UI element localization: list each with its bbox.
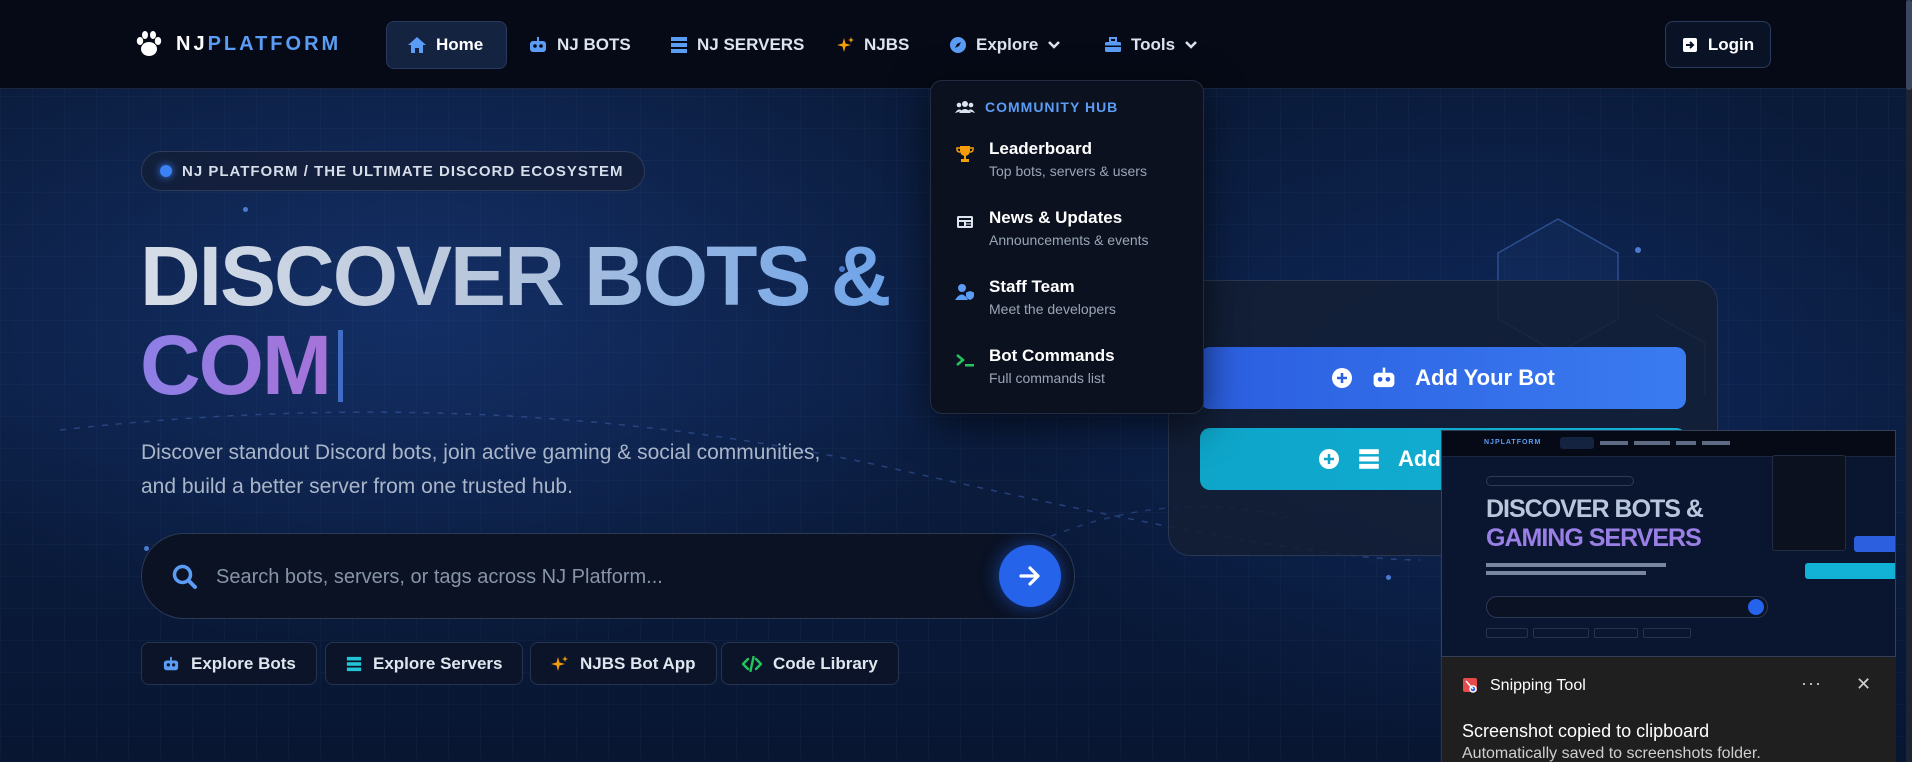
server-icon [671,37,687,53]
toast-message: Screenshot copied to clipboard [1462,721,1710,741]
logo[interactable]: NJPLATFORM [134,30,341,58]
thumb-headline-1: DISCOVER BOTS & [1486,495,1704,523]
chevron-down-icon [1048,41,1061,49]
menu-item-news[interactable]: News & Updates Announcements & events [955,208,1149,248]
typing-caret [337,330,343,402]
menu-item-staff-team[interactable]: Staff Team Meet the developers [955,277,1116,317]
thumb-bot-button [1854,536,1895,552]
toolbox-icon [1105,37,1121,52]
page-scrollbar[interactable] [1906,0,1912,762]
screenshot-thumbnail[interactable]: NJPLATFORM DISCOVER BOTS & GAMING SERVER… [1441,430,1896,657]
search-icon [172,564,197,589]
explore-dropdown-menu: COMMUNITY HUB Leaderboard Top bots, serve… [930,80,1204,414]
menu-item-leaderboard[interactable]: Leaderboard Top bots, servers & users [955,139,1147,179]
thumb-logo: NJPLATFORM [1484,439,1542,446]
logo-text: NJPLATFORM [176,32,342,55]
dropdown-heading: COMMUNITY HUB [955,99,1118,115]
hero-headline: DISCOVER BOTS & COM [140,229,891,410]
top-navbar: NJPLATFORM Home NJ BOTS NJ SERVERS NJBS … [0,0,1906,89]
chip-explore-bots[interactable]: Explore Bots [141,642,317,685]
robot-icon [1373,367,1395,388]
code-icon [742,655,762,672]
headline-line-2-wrap: COM [140,321,889,410]
status-dot [160,165,172,177]
nav-njbs[interactable]: NJBS [817,21,929,69]
login-button[interactable]: Login [1665,21,1771,68]
hero-subtitle: Discover standout Discord bots, join act… [141,441,821,498]
nav-nj-servers[interactable]: NJ SERVERS [650,21,824,69]
nav-nj-bots[interactable]: NJ BOTS [508,21,651,69]
thumb-subtitle-2 [1486,571,1646,575]
chevron-down-icon [1185,41,1197,49]
user-shield-icon [955,284,974,300]
scrollbar-thumb[interactable] [1906,0,1912,90]
users-icon [955,101,975,113]
thumb-dropdown [1772,455,1846,551]
thumb-chips [1486,628,1691,638]
thumb-headline-2: GAMING SERVERS [1486,524,1702,552]
paw-icon [136,31,162,56]
decor-dot [243,207,248,212]
nav-explore[interactable]: Explore [929,21,1081,69]
sparkle-icon [837,37,854,52]
thumb-search [1486,596,1768,618]
search-input[interactable]: Search bots, servers, or tags across NJ … [216,566,663,589]
trophy-icon [956,146,974,162]
add-bot-button[interactable]: Add Your Bot [1200,347,1686,409]
nav-tools[interactable]: Tools [1084,21,1218,69]
thumb-nav-links [1560,437,1750,449]
toast-close-button[interactable]: ✕ [1856,674,1871,695]
decor-dot [1386,575,1391,580]
snipping-tool-icon [1463,678,1477,693]
compass-icon [950,37,966,53]
arrow-right-icon [1019,566,1040,586]
toast-more-options[interactable]: ··· [1801,673,1822,694]
hero-badge: NJ PLATFORM / THE ULTIMATE DISCORD ECOSY… [141,151,645,191]
home-icon [408,37,426,53]
plus-circle-icon [1319,449,1339,469]
snipping-tool-notification[interactable]: Snipping Tool ··· ✕ Screenshot copied to… [1441,657,1896,762]
nav-home[interactable]: Home [386,21,507,69]
toast-app-header: Snipping Tool [1462,677,1586,695]
toast-submessage: Automatically saved to screenshots folde… [1462,745,1761,762]
headline-line-2: COM [140,318,332,412]
thumb-server-button [1805,563,1895,579]
chip-code-library[interactable]: Code Library [721,642,899,685]
thumb-badge [1486,476,1634,486]
newspaper-icon [957,216,973,228]
search-submit-button[interactable] [999,545,1061,607]
thumb-subtitle [1486,563,1666,567]
plus-circle-icon [1332,368,1353,388]
login-icon [1682,37,1697,52]
headline-line-1: DISCOVER BOTS & [140,229,891,323]
sparkle-icon [551,655,568,671]
chip-njbs-bot-app[interactable]: NJBS Bot App [530,642,717,685]
chip-explore-servers[interactable]: Explore Servers [325,642,524,685]
hero-search-bar[interactable]: Search bots, servers, or tags across NJ … [141,533,1075,619]
server-icon [1359,449,1379,469]
terminal-icon [956,354,974,367]
robot-icon [530,37,546,52]
menu-item-bot-commands[interactable]: Bot Commands Full commands list [955,346,1115,386]
robot-icon [163,656,179,670]
server-icon [346,656,362,671]
